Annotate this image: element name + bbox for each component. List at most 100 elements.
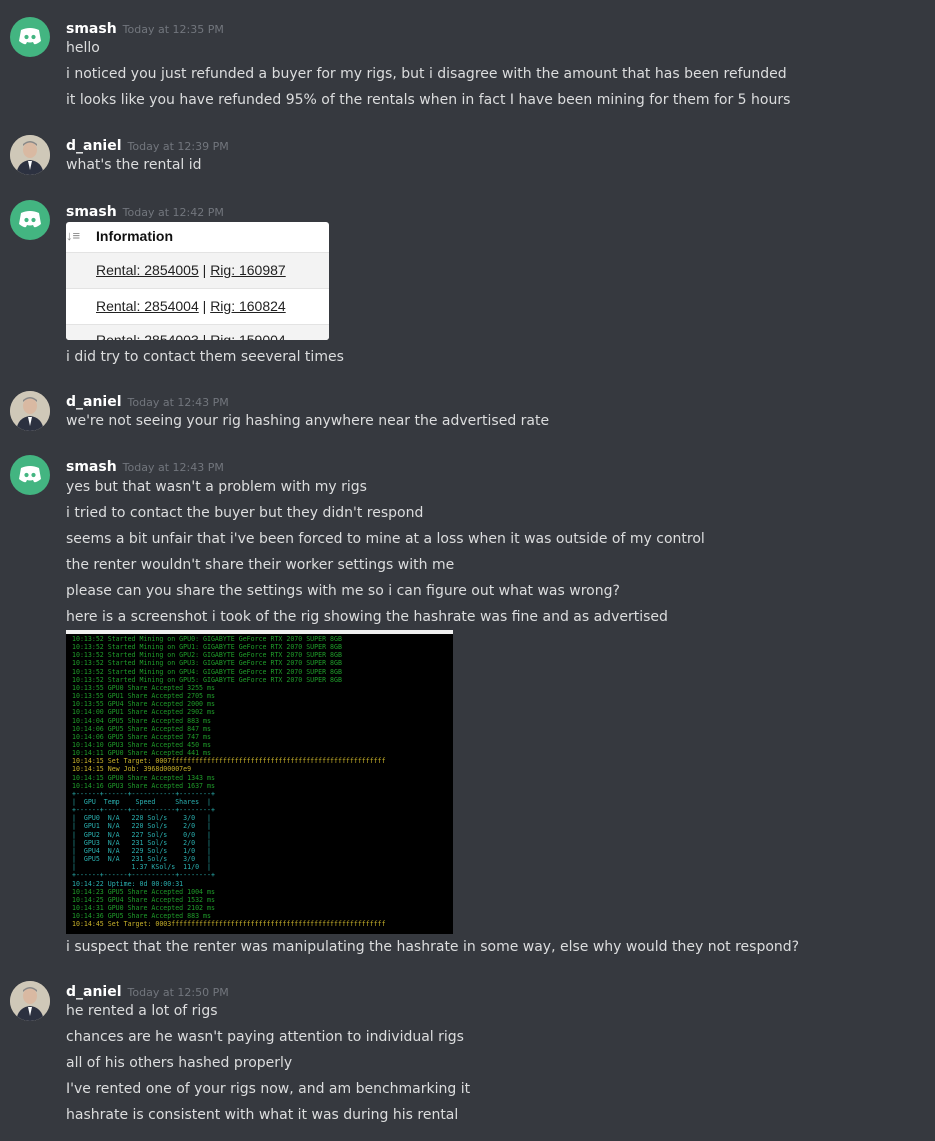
terminal-line: 10:14:06 GPU5 Share Accepted 847 ms <box>72 724 211 733</box>
timestamp[interactable]: Today at 12:39 PM <box>128 140 229 153</box>
terminal-line: 10:13:52 Started Mining on GPU0: GIGABYT… <box>72 635 342 643</box>
rental-row: Rental: 2854004 | Rig: 160824 <box>66 288 329 324</box>
terminal-line: | GPU Temp Speed Shares | <box>72 798 211 806</box>
terminal-line: 10:14:25 GPU4 Share Accepted 1532 ms <box>72 895 215 904</box>
timestamp[interactable]: Today at 12:50 PM <box>128 986 229 999</box>
message-header: smash Today at 12:35 PM <box>66 18 224 37</box>
terminal-line: 10:14:31 GPU0 Share Accepted 2102 ms <box>72 903 215 912</box>
timestamp[interactable]: Today at 12:42 PM <box>123 206 224 219</box>
terminal-line: 10:14:36 GPU5 Share Accepted 883 ms <box>72 912 211 921</box>
terminal-line: 10:13:52 Started Mining on GPU1: GIGABYT… <box>72 643 342 652</box>
discord-logo-icon <box>19 28 41 45</box>
terminal-line: +------+------+-----------+--------+ <box>72 871 215 880</box>
message-group: d_aniel Today at 12:43 PM we're not seein… <box>0 385 935 435</box>
message-text: what's the rental id <box>66 157 202 173</box>
user-photo-icon <box>10 391 50 431</box>
message-text: we're not seeing your rig hashing anywhe… <box>66 413 550 429</box>
rig-link[interactable]: Rig: 160824 <box>210 298 286 314</box>
message-text: i noticed you just refunded a buyer for … <box>66 66 787 82</box>
rig-link[interactable]: Rig: 160987 <box>210 262 286 278</box>
terminal-line: 10:13:52 Started Mining on GPU4: GIGABYT… <box>72 667 342 676</box>
timestamp[interactable]: Today at 12:35 PM <box>123 23 224 36</box>
avatar[interactable] <box>10 391 50 431</box>
rental-row: Rental: 2854003 | Rig: 159004 <box>66 324 329 340</box>
terminal-line: 10:13:52 Started Mining on GPU2: GIGABYT… <box>72 651 342 660</box>
rig-link[interactable]: Rig: 159004 <box>210 332 286 340</box>
rental-link[interactable]: Rental: 2854004 <box>96 298 199 314</box>
message-header: d_aniel Today at 12:50 PM <box>66 981 229 1000</box>
terminal-line: | GPU0 N/A 220 Sol/s 3/0 | <box>72 814 211 823</box>
avatar[interactable] <box>10 17 50 57</box>
terminal-line: | 1.37 KSol/s 11/0 | <box>72 863 211 872</box>
message-text: hello <box>66 40 100 56</box>
discord-logo-icon <box>19 466 41 483</box>
terminal-line: 10:14:22 Uptime: 0d 00:00:31 <box>72 879 184 888</box>
message-header: smash Today at 12:43 PM <box>66 456 224 475</box>
terminal-line: +------+------+-----------+--------+ <box>72 806 215 815</box>
terminal-line: 10:14:06 GPU5 Share Accepted 747 ms <box>72 732 211 741</box>
terminal-screenshot[interactable]: 10:13:52 Started Mining on GPU0: GIGABYT… <box>66 630 453 934</box>
message-group: d_aniel Today at 12:50 PM he rented a lot… <box>0 975 935 1135</box>
message-text: chances are he wasn't paying attention t… <box>66 1029 464 1045</box>
terminal-line: 10:14:00 GPU1 Share Accepted 2902 ms <box>72 708 215 717</box>
message-text: it looks like you have refunded 95% of t… <box>66 92 791 108</box>
terminal-line: | GPU5 N/A 231 Sol/s 3/0 | <box>72 855 211 864</box>
terminal-line: | GPU1 N/A 220 Sol/s 2/0 | <box>72 822 211 831</box>
message-text: hashrate is consistent with what it was … <box>66 1107 459 1123</box>
avatar[interactable] <box>10 200 50 240</box>
message-text: he rented a lot of rigs <box>66 1003 218 1019</box>
separator: | <box>198 262 211 278</box>
terminal-line: 10:13:55 GPU1 Share Accepted 2705 ms <box>72 692 215 701</box>
avatar[interactable] <box>10 981 50 1021</box>
username[interactable]: smash <box>66 204 117 220</box>
terminal-line: 10:13:52 Started Mining on GPU3: GIGABYT… <box>72 659 342 668</box>
terminal-line: | GPU3 N/A 231 Sol/s 2/0 | <box>72 838 211 847</box>
embed-title: Information <box>96 228 173 244</box>
message-text: here is a screenshot i took of the rig s… <box>66 609 668 625</box>
rental-row: Rental: 2854005 | Rig: 160987 <box>66 252 329 288</box>
message-text: yes but that wasn't a problem with my ri… <box>66 479 367 495</box>
message-header: smash Today at 12:42 PM <box>66 201 224 220</box>
discord-logo-icon <box>19 211 41 228</box>
timestamp[interactable]: Today at 12:43 PM <box>123 461 224 474</box>
message-text: i tried to contact the buyer but they di… <box>66 505 424 521</box>
message-text: seems a bit unfair that i've been forced… <box>66 531 705 547</box>
message-group: smash Today at 12:42 PM ↓≡ Information Re… <box>0 195 935 375</box>
message-text: all of his others hashed properly <box>66 1055 293 1071</box>
message-header: d_aniel Today at 12:43 PM <box>66 391 229 410</box>
terminal-line: 10:14:11 GPU0 Share Accepted 441 ms <box>72 749 211 758</box>
terminal-line: 10:14:15 New Job: 3968d00007e9 <box>72 765 192 774</box>
separator: | <box>198 298 211 314</box>
terminal-line: 10:13:55 GPU0 Share Accepted 3255 ms <box>72 683 215 692</box>
username[interactable]: d_aniel <box>66 394 122 410</box>
embed-header: ↓≡ Information <box>66 222 329 252</box>
terminal-line: | GPU4 N/A 229 Sol/s 1/0 | <box>72 846 211 855</box>
rental-link[interactable]: Rental: 2854005 <box>96 262 199 278</box>
username[interactable]: d_aniel <box>66 984 122 1000</box>
message-group: d_aniel Today at 12:39 PM what's the rent… <box>0 130 935 180</box>
message-group: smash Today at 12:35 PM hello i noticed y… <box>0 0 935 120</box>
terminal-line: 10:13:55 GPU4 Share Accepted 2000 ms <box>72 700 215 709</box>
terminal-line: 10:14:04 GPU5 Share Accepted 883 ms <box>72 716 211 725</box>
username[interactable]: smash <box>66 459 117 475</box>
terminal-line: 10:14:10 GPU3 Share Accepted 450 ms <box>72 740 211 749</box>
message-text: please can you share the settings with m… <box>66 583 620 599</box>
sort-icon[interactable]: ↓≡ <box>66 228 80 243</box>
terminal-line: 10:14:16 GPU3 Share Accepted 1637 ms <box>72 781 215 790</box>
user-photo-icon <box>10 135 50 175</box>
terminal-line: | GPU2 N/A 227 Sol/s 0/0 | <box>72 830 211 839</box>
image-attachment[interactable]: ↓≡ Information Rental: 2854005 | Rig: 16… <box>66 222 329 340</box>
user-photo-icon <box>10 981 50 1021</box>
username[interactable]: d_aniel <box>66 138 122 154</box>
avatar[interactable] <box>10 455 50 495</box>
message-text: i suspect that the renter was manipulati… <box>66 939 800 955</box>
username[interactable]: smash <box>66 21 117 37</box>
avatar[interactable] <box>10 135 50 175</box>
terminal-line: 10:14:45 Set Target: 0003fffffffffffffff… <box>72 920 386 929</box>
message-text: I've rented one of your rigs now, and am… <box>66 1081 471 1097</box>
terminal-line: +------+------+-----------+--------+ <box>72 789 215 798</box>
message-header: d_aniel Today at 12:39 PM <box>66 135 229 154</box>
rental-link[interactable]: Rental: 2854003 <box>96 332 199 340</box>
message-text: the renter wouldn't share their worker s… <box>66 557 455 573</box>
timestamp[interactable]: Today at 12:43 PM <box>128 396 229 409</box>
